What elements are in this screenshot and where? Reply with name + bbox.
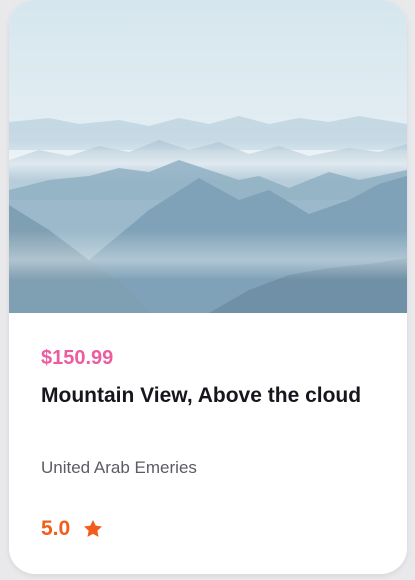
- listing-rating: 5.0: [41, 516, 104, 542]
- listing-title[interactable]: Mountain View, Above the cloud: [41, 382, 371, 410]
- mountain-landscape-photo: [9, 0, 407, 313]
- listing-location: United Arab Emeries: [41, 458, 197, 477]
- rating-value: 5.0: [41, 517, 71, 540]
- listing-card[interactable]: $150.99 Mountain View, Above the cloud U…: [9, 0, 407, 574]
- listing-price: $150.99: [41, 347, 114, 369]
- star-icon: [84, 520, 103, 537]
